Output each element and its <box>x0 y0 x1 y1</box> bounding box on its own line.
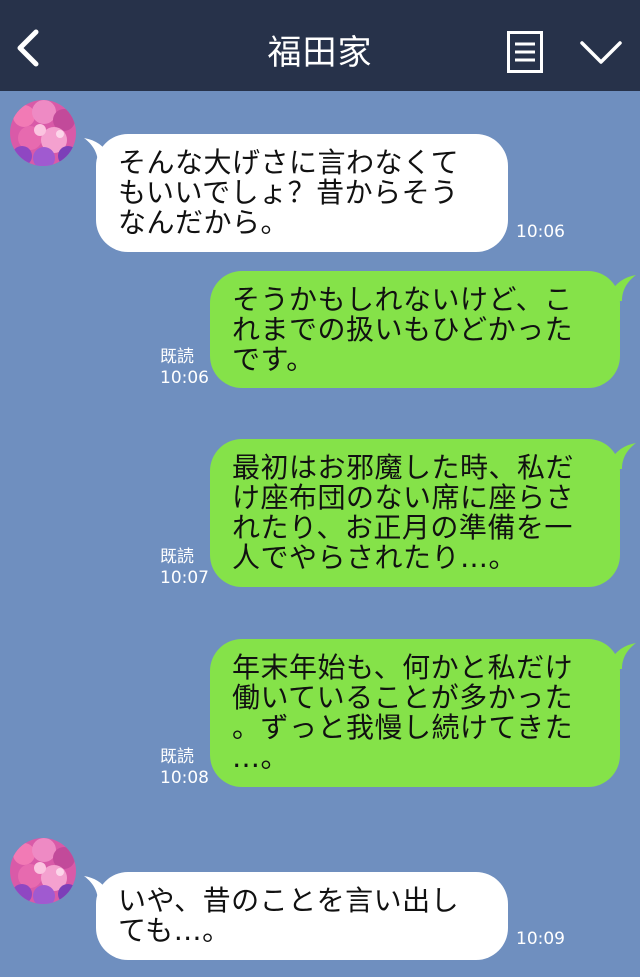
chevron-down-icon[interactable] <box>580 40 622 66</box>
notes-menu-icon[interactable] <box>507 31 543 73</box>
message-time: 10:07 <box>160 568 209 588</box>
bubble-tail <box>610 443 636 469</box>
message-bubble-outgoing: 年末年始も、何かと私だけ 働いていることが多かった 。ずっと我慢し続けてきた …… <box>210 639 620 787</box>
flower-avatar-icon <box>10 838 76 904</box>
bubble-tail <box>610 643 636 669</box>
read-receipt: 既読 <box>160 547 194 567</box>
chat-header: 福田家 <box>0 0 640 91</box>
bubble-tail <box>610 275 636 301</box>
chat-title: 福田家 <box>267 33 373 73</box>
message-time: 10:08 <box>160 768 209 788</box>
message-time: 10:09 <box>516 929 565 949</box>
read-receipt: 既読 <box>160 747 194 767</box>
message-time: 10:06 <box>160 368 209 388</box>
flower-avatar-icon <box>10 100 76 166</box>
message-bubble-incoming: いや、昔のことを言い出し ても…。 <box>96 872 508 960</box>
message-bubble-outgoing: そうかもしれないけど、こ れまでの扱いもひどかった です。 <box>210 271 620 388</box>
message-bubble-outgoing: 最初はお邪魔した時、私だ け座布団のない席に座らさ れたり、お正月の準備を一 人… <box>210 439 620 587</box>
contact-avatar[interactable] <box>10 100 76 166</box>
message-bubble-incoming: そんな大げさに言わなくて もいいでしょ？昔からそう なんだから。 <box>96 134 508 252</box>
message-time: 10:06 <box>516 222 565 242</box>
read-receipt: 既読 <box>160 347 194 367</box>
contact-avatar[interactable] <box>10 838 76 904</box>
